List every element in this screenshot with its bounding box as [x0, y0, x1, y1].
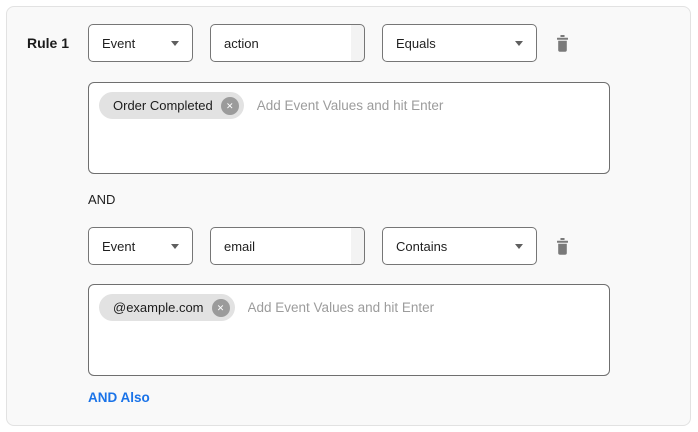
condition-2-type-label: Event: [102, 239, 135, 254]
chevron-down-icon: [171, 244, 179, 249]
condition-2-delete-button[interactable]: [554, 237, 570, 255]
condition-1-operator-label: Equals: [396, 36, 436, 51]
value-tag: @example.com ✕: [99, 294, 235, 321]
rule-card: Rule 1 Event Equals: [6, 6, 691, 426]
condition-1-type-label: Event: [102, 36, 135, 51]
condition-2-values-box[interactable]: @example.com ✕: [88, 284, 610, 376]
condition-1-delete-button[interactable]: [554, 34, 570, 52]
remove-tag-close-icon[interactable]: ✕: [212, 299, 230, 317]
condition-2-values-input[interactable]: [248, 294, 599, 321]
chevron-down-icon: [515, 244, 523, 249]
condition-1-values-input[interactable]: [257, 92, 599, 119]
condition-1-type-select[interactable]: Event: [88, 24, 193, 62]
condition-row-2: Event Contains: [88, 227, 610, 265]
condition-2-operator-label: Contains: [396, 239, 447, 254]
value-tag: Order Completed ✕: [99, 92, 244, 119]
condition-2-operator-select[interactable]: Contains: [382, 227, 537, 265]
remove-tag-close-icon[interactable]: ✕: [221, 97, 239, 115]
rule-title: Rule 1: [27, 24, 88, 62]
condition-row-1: Event Equals: [88, 24, 610, 62]
trash-icon: [555, 35, 570, 52]
condition-2-type-select[interactable]: Event: [88, 227, 193, 265]
condition-2-property-input[interactable]: [210, 227, 365, 265]
trash-icon: [555, 238, 570, 255]
value-tag-label: Order Completed: [113, 98, 213, 113]
chevron-down-icon: [515, 41, 523, 46]
condition-1-operator-select[interactable]: Equals: [382, 24, 537, 62]
conjunction-label: AND: [88, 192, 610, 207]
condition-1-property-input[interactable]: [210, 24, 365, 62]
rule-body: Event Equals Order Completed ✕: [88, 24, 610, 425]
chevron-down-icon: [171, 41, 179, 46]
and-also-link[interactable]: AND Also: [88, 390, 150, 405]
condition-1-values-box[interactable]: Order Completed ✕: [88, 82, 610, 174]
value-tag-label: @example.com: [113, 300, 204, 315]
